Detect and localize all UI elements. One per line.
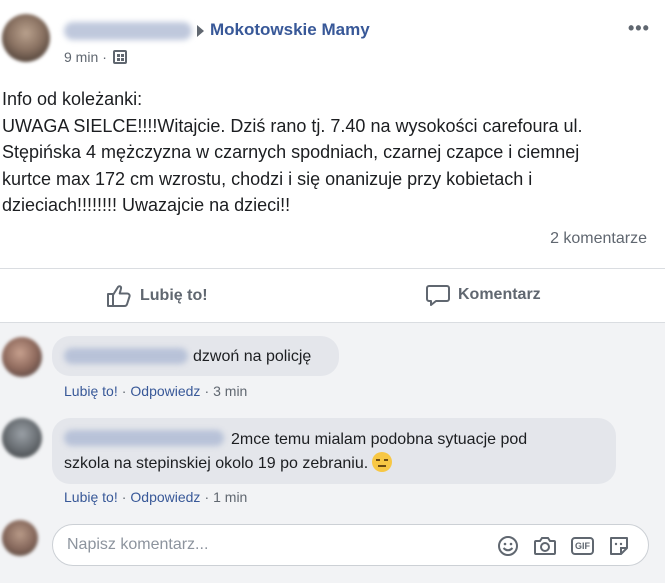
comment-text: dzwoń na policję (193, 348, 312, 365)
comment-time[interactable]: 3 min (213, 383, 247, 399)
comment-time[interactable]: 1 min (213, 489, 247, 505)
post-line: Info od koleżanki: (2, 89, 143, 109)
comment-action-separator: · (121, 489, 127, 505)
gif-icon[interactable]: GIF (571, 537, 594, 555)
post-header: Mokotowskie Mamy 9 min · ••• (0, 0, 665, 82)
comment-like-link[interactable]: Lubię to! (64, 383, 118, 399)
divider (0, 268, 665, 269)
post-line: dzieciach!!!!!!!! Uwazajcie na dzieci!! (2, 195, 291, 215)
post-meta: 9 min · (64, 49, 127, 65)
thumbs-up-icon (107, 285, 131, 307)
expressionless-emoji-icon (372, 452, 393, 472)
comment-text: szkola na stepinskiej okolo 19 po zebran… (64, 455, 369, 472)
camera-icon[interactable] (533, 535, 557, 557)
comments-count-link[interactable]: 2 komentarze (550, 230, 647, 248)
post-line: UWAGA SIELCE!!!!Witajcie. Dziś rano tj. … (2, 115, 583, 136)
post-text: Info od koleżanki: UWAGA SIELCE!!!!Witaj… (2, 86, 652, 219)
author-name-blurred[interactable] (64, 22, 192, 40)
commenter-avatar[interactable] (2, 418, 42, 458)
comment-reply-link[interactable]: Odpowiedz (130, 489, 200, 505)
group-name-link[interactable]: Mokotowskie Mamy (210, 20, 370, 40)
more-icon[interactable]: ••• (628, 18, 650, 39)
comment-action-separator: · (121, 383, 127, 399)
comment-text-line: szkola na stepinskiej okolo 19 po zebran… (64, 452, 393, 476)
commenter-name-blurred[interactable] (64, 348, 188, 364)
comment-actions: Lubię to! · Odpowiedz · 1 min (64, 489, 247, 505)
meta-separator: · (102, 49, 107, 65)
comment-like-link[interactable]: Lubię to! (64, 489, 118, 505)
author-avatar[interactable] (2, 14, 50, 62)
commenter-avatar[interactable] (2, 337, 42, 377)
comment-action-separator: · (204, 489, 210, 505)
comment-input[interactable] (67, 536, 447, 554)
composer-icons: GIF (497, 535, 630, 557)
like-button-label: Lubię to! (140, 287, 208, 304)
sticker-icon[interactable] (608, 535, 630, 557)
comment-reply-link[interactable]: Odpowiedz (130, 383, 200, 399)
comment-action-separator: · (204, 383, 210, 399)
comment-text: 2mce temu mialam podobna sytuacje pod (231, 431, 528, 448)
like-button[interactable]: Lubię to! (106, 284, 208, 308)
privacy-icon (112, 50, 127, 64)
arrow-right-icon (197, 25, 204, 37)
comment-button-label: Komentarz (458, 286, 541, 303)
post-timestamp[interactable]: 9 min (64, 49, 98, 65)
comment-composer[interactable]: GIF (52, 524, 649, 566)
post-line: Stępińska 4 mężczyzna w czarnych spodnia… (2, 142, 580, 162)
comment-actions: Lubię to! · Odpowiedz · 3 min (64, 383, 247, 399)
commenter-name-blurred[interactable] (64, 430, 224, 446)
smiley-icon[interactable] (497, 535, 519, 557)
comment-bubble-icon (426, 285, 450, 306)
current-user-avatar (2, 520, 38, 556)
post-line: kurtce max 172 cm wzrostu, chodzi i się … (2, 168, 533, 189)
comment-button[interactable]: Komentarz (426, 284, 541, 306)
